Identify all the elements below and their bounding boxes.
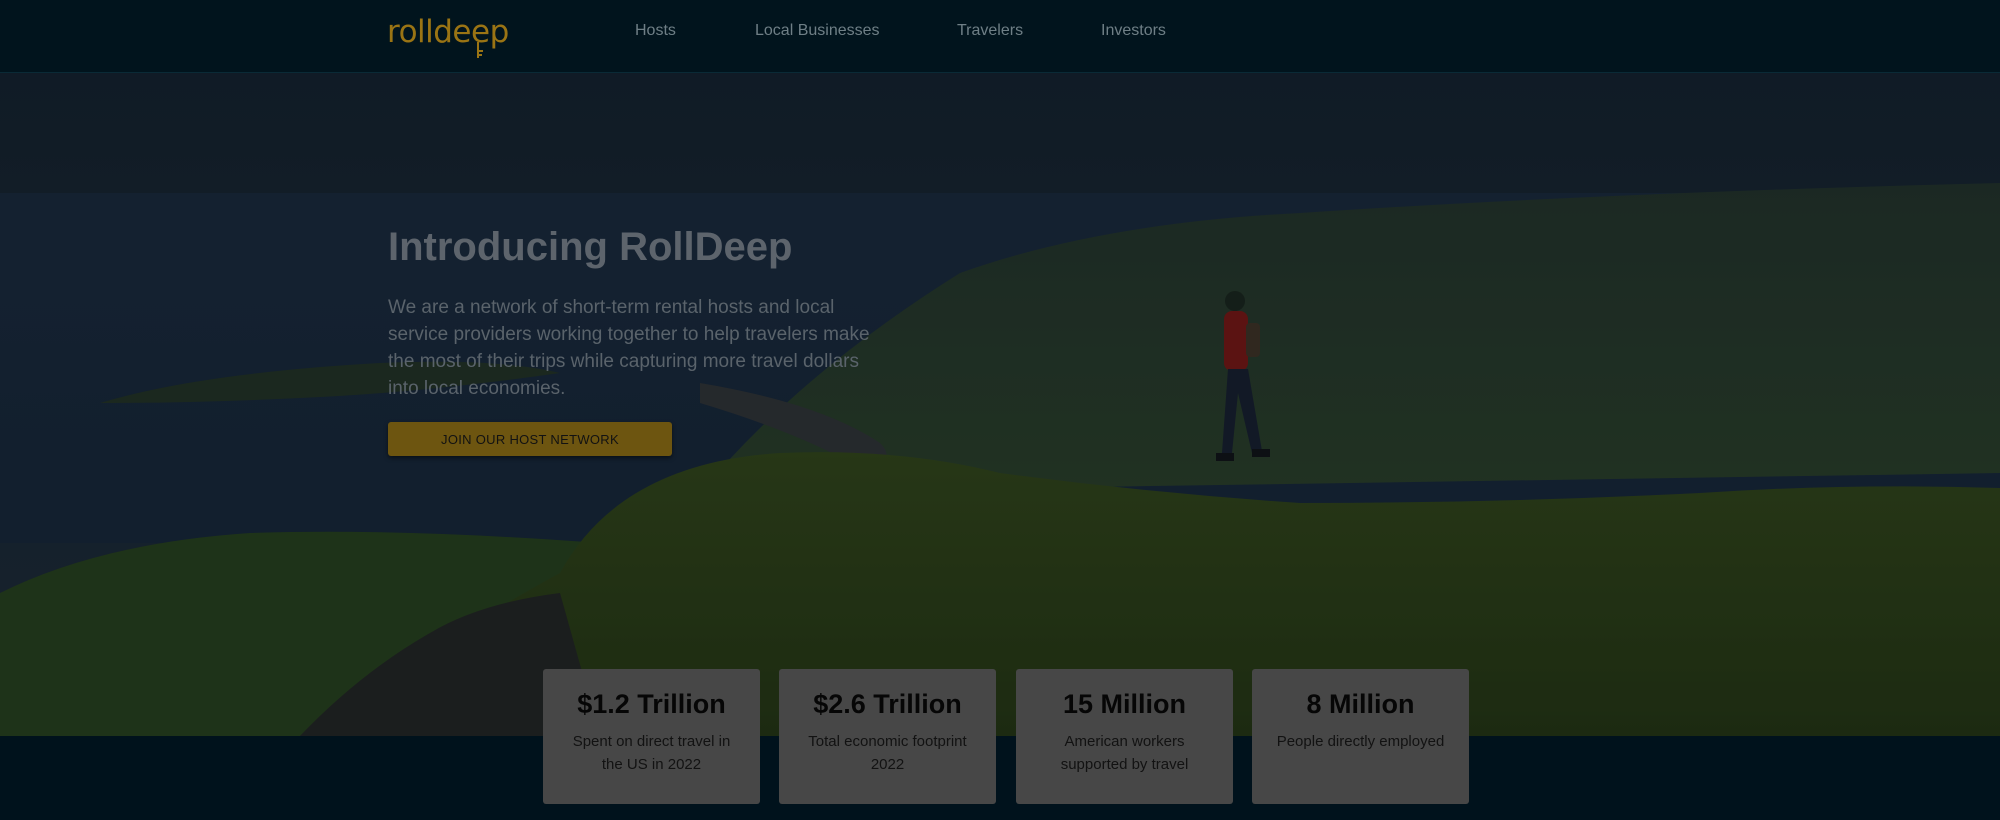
- stat-value: $2.6 Trillion: [813, 689, 962, 719]
- join-host-network-button[interactable]: JOIN OUR HOST NETWORK: [388, 422, 672, 456]
- key-icon: [477, 42, 483, 58]
- hero-overlay: [0, 73, 2000, 736]
- nav-item-local-businesses[interactable]: Local Businesses: [755, 22, 880, 40]
- stat-card: 8 Million People directly employed: [1252, 669, 1469, 804]
- stat-card: $1.2 Trillion Spent on direct travel in …: [543, 669, 760, 804]
- stat-value: 15 Million: [1062, 689, 1187, 719]
- hero-title: Introducing RollDeep: [388, 225, 793, 269]
- nav-item-travelers[interactable]: Travelers: [957, 22, 1023, 40]
- nav-item-investors[interactable]: Investors: [1101, 22, 1166, 40]
- hero-section: Introducing RollDeep We are a network of…: [0, 73, 2000, 736]
- stat-value: $1.2 Trillion: [577, 689, 726, 719]
- stat-label: Spent on direct travel in the US in 2022: [572, 733, 731, 773]
- stat-label: American workers supported by travel: [1060, 733, 1189, 773]
- stat-value: 8 Million: [1306, 689, 1415, 719]
- hero-description: We are a network of short-term rental ho…: [388, 297, 870, 399]
- stat-label: People directly employed: [1276, 733, 1445, 750]
- logo[interactable]: rolldeep: [387, 14, 509, 50]
- stat-card: 15 Million American workers supported by…: [1016, 669, 1233, 804]
- nav-item-hosts[interactable]: Hosts: [635, 22, 676, 40]
- site-header: rolldeep Hosts Local Businesses Traveler…: [0, 0, 2000, 73]
- stat-label: Total economic footprint 2022: [808, 733, 967, 773]
- stat-card: $2.6 Trillion Total economic footprint 2…: [779, 669, 996, 804]
